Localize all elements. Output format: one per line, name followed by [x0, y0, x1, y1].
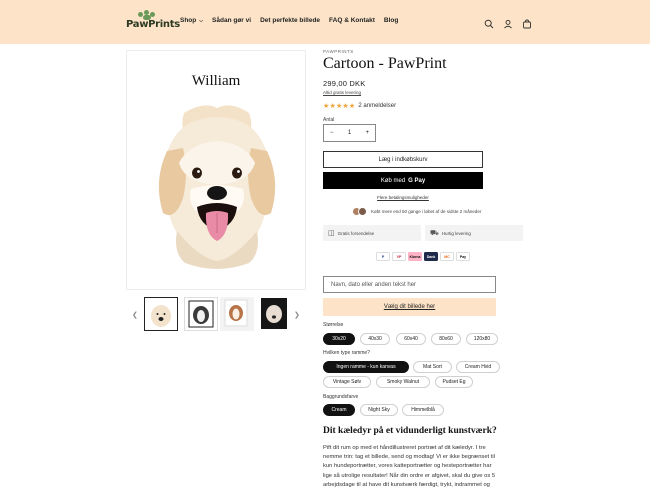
site-header: PawPrints Shop ⌵ Sådan gør vi Det perfek… [0, 0, 650, 44]
background-color-label: Baggrundsfarve [323, 394, 359, 400]
mastercard-icon: MC [440, 252, 454, 261]
quantity-increase-button[interactable]: + [365, 130, 369, 136]
custom-text-input[interactable]: Navn, dato eller anden tekst her [323, 276, 496, 293]
nav-item-perfect-picture[interactable]: Det perfekte billede [260, 17, 320, 24]
size-option-120x80[interactable]: 120x80 [466, 333, 498, 345]
nav-item-blog[interactable]: Blog [384, 17, 398, 24]
nav-item-label: FAQ & Kontakt [329, 17, 375, 24]
logo-text: PawPrints [126, 19, 180, 30]
paypal-icon: P [376, 252, 390, 261]
klarna-icon: Klarna [408, 252, 422, 261]
product-rating[interactable]: ★★★★★ 2 anmeldelser [323, 102, 396, 110]
size-option-60x40[interactable]: 60x40 [396, 333, 426, 345]
quantity-decrease-button[interactable]: − [330, 130, 334, 136]
feature-fast-delivery: ⛟ Hurtig levering [425, 225, 523, 241]
quantity-stepper: − 1 + [323, 124, 376, 142]
logo[interactable]: PawPrints [126, 10, 180, 30]
thumbnail-strip: ❮ ❯ [126, 297, 306, 333]
nav-item-label: Shop [180, 17, 197, 24]
truck-icon: ⛟ [430, 229, 439, 237]
frame-option-matte-black[interactable]: Mat Sort [413, 361, 452, 373]
size-option-80x60[interactable]: 80x60 [431, 333, 461, 345]
product-brand: PAWPRINTS [323, 49, 354, 54]
frame-option-cream-white[interactable]: Cream Hvid [456, 361, 500, 373]
frame-option-polished-oak[interactable]: Pudset Eg [435, 376, 473, 388]
product-title: Cartoon - PawPrint [323, 55, 447, 72]
nav-item-shop[interactable]: Shop ⌵ [180, 17, 203, 24]
description-text: Pift dit rum op med et håndillustreret p… [323, 445, 496, 488]
frame-option-vintage-silver[interactable]: Vintage Sølv [323, 376, 371, 388]
add-to-cart-button[interactable]: Læg i indkøbskurv [323, 151, 483, 168]
social-proof-text: Købt mere end 50 gange i løbet af de sid… [371, 209, 482, 214]
header-icons [484, 16, 532, 29]
google-pay-icon: G Pay [408, 177, 426, 184]
thumbnail-4[interactable] [258, 297, 292, 331]
thumbnail-2[interactable] [184, 297, 218, 331]
star-rating-icon: ★★★★★ [323, 103, 356, 110]
chevron-right-icon[interactable]: ❯ [294, 311, 300, 319]
customer-avatars [352, 207, 368, 216]
chevron-down-icon: ⌵ [199, 17, 204, 24]
thumbnail-1[interactable] [144, 297, 178, 331]
size-label: Størrelse [323, 322, 344, 328]
feature-label: Gratis forsendelse [337, 230, 375, 236]
google-pay-button[interactable]: Køb med G Pay [323, 172, 483, 189]
upload-image-button[interactable]: Vælg dit billede her [323, 298, 496, 316]
dankort-icon: Dank [424, 252, 438, 261]
nav-item-how[interactable]: Sådan gør vi [212, 17, 251, 24]
frame-label: Hvilken type ramme? [323, 350, 370, 356]
search-icon[interactable] [484, 16, 494, 29]
more-payment-options-link[interactable]: Flere betalingsmuligheder [323, 195, 483, 200]
dog-portrait-illustration [158, 105, 276, 269]
size-option-30x20[interactable]: 30x20 [323, 333, 355, 345]
description-title: Dit kæledyr på et vidunderligt kunstværk… [323, 426, 497, 436]
background-option-night-sky[interactable]: Night Sky [360, 404, 398, 416]
box-icon: ◫ [328, 230, 335, 237]
background-option-cream[interactable]: Cream [323, 404, 355, 416]
product-price: 299,00 DKK [323, 79, 366, 88]
frame-option-canvas[interactable]: Ingen ramme - kun kanvas [323, 361, 409, 373]
thumbnail-3[interactable] [220, 297, 254, 331]
background-option-sky-blue[interactable]: Himmelblå [402, 404, 444, 416]
frame-option-smoky-walnut[interactable]: Smoky Walnut [376, 376, 430, 388]
size-option-40x30[interactable]: 40x30 [360, 333, 390, 345]
quantity-value[interactable]: 1 [348, 130, 351, 136]
viabill-icon: VP [392, 252, 406, 261]
product-main-image[interactable]: William [126, 50, 306, 290]
nav-item-label: Det perfekte billede [260, 17, 321, 24]
nav-item-faq[interactable]: FAQ & Kontakt [329, 17, 375, 24]
quantity-label: Antal [323, 117, 335, 123]
nav-item-label: Blog [383, 17, 399, 24]
account-icon[interactable] [503, 16, 513, 29]
shipping-link[interactable]: Altid gratis levering [323, 90, 361, 95]
social-proof: Købt mere end 50 gange i løbet af de sid… [352, 207, 481, 216]
main-nav: Shop ⌵ Sådan gør vi Det perfekte billede… [180, 17, 407, 24]
cart-icon[interactable] [522, 16, 532, 29]
payment-icons: P VP Klarna Dank MC Pay [376, 252, 470, 261]
reviews-count: 2 anmeldelser [358, 103, 397, 109]
chevron-left-icon[interactable]: ❮ [132, 311, 138, 319]
feature-label: Hurtig levering [441, 230, 471, 236]
buy-with-label: Køb med [380, 177, 406, 184]
feature-free-shipping: ◫ Gratis forsendelse [323, 225, 421, 241]
nav-item-label: Sådan gør vi [212, 17, 252, 24]
apple-pay-icon: Pay [456, 252, 470, 261]
pet-name-text: William [191, 73, 241, 89]
